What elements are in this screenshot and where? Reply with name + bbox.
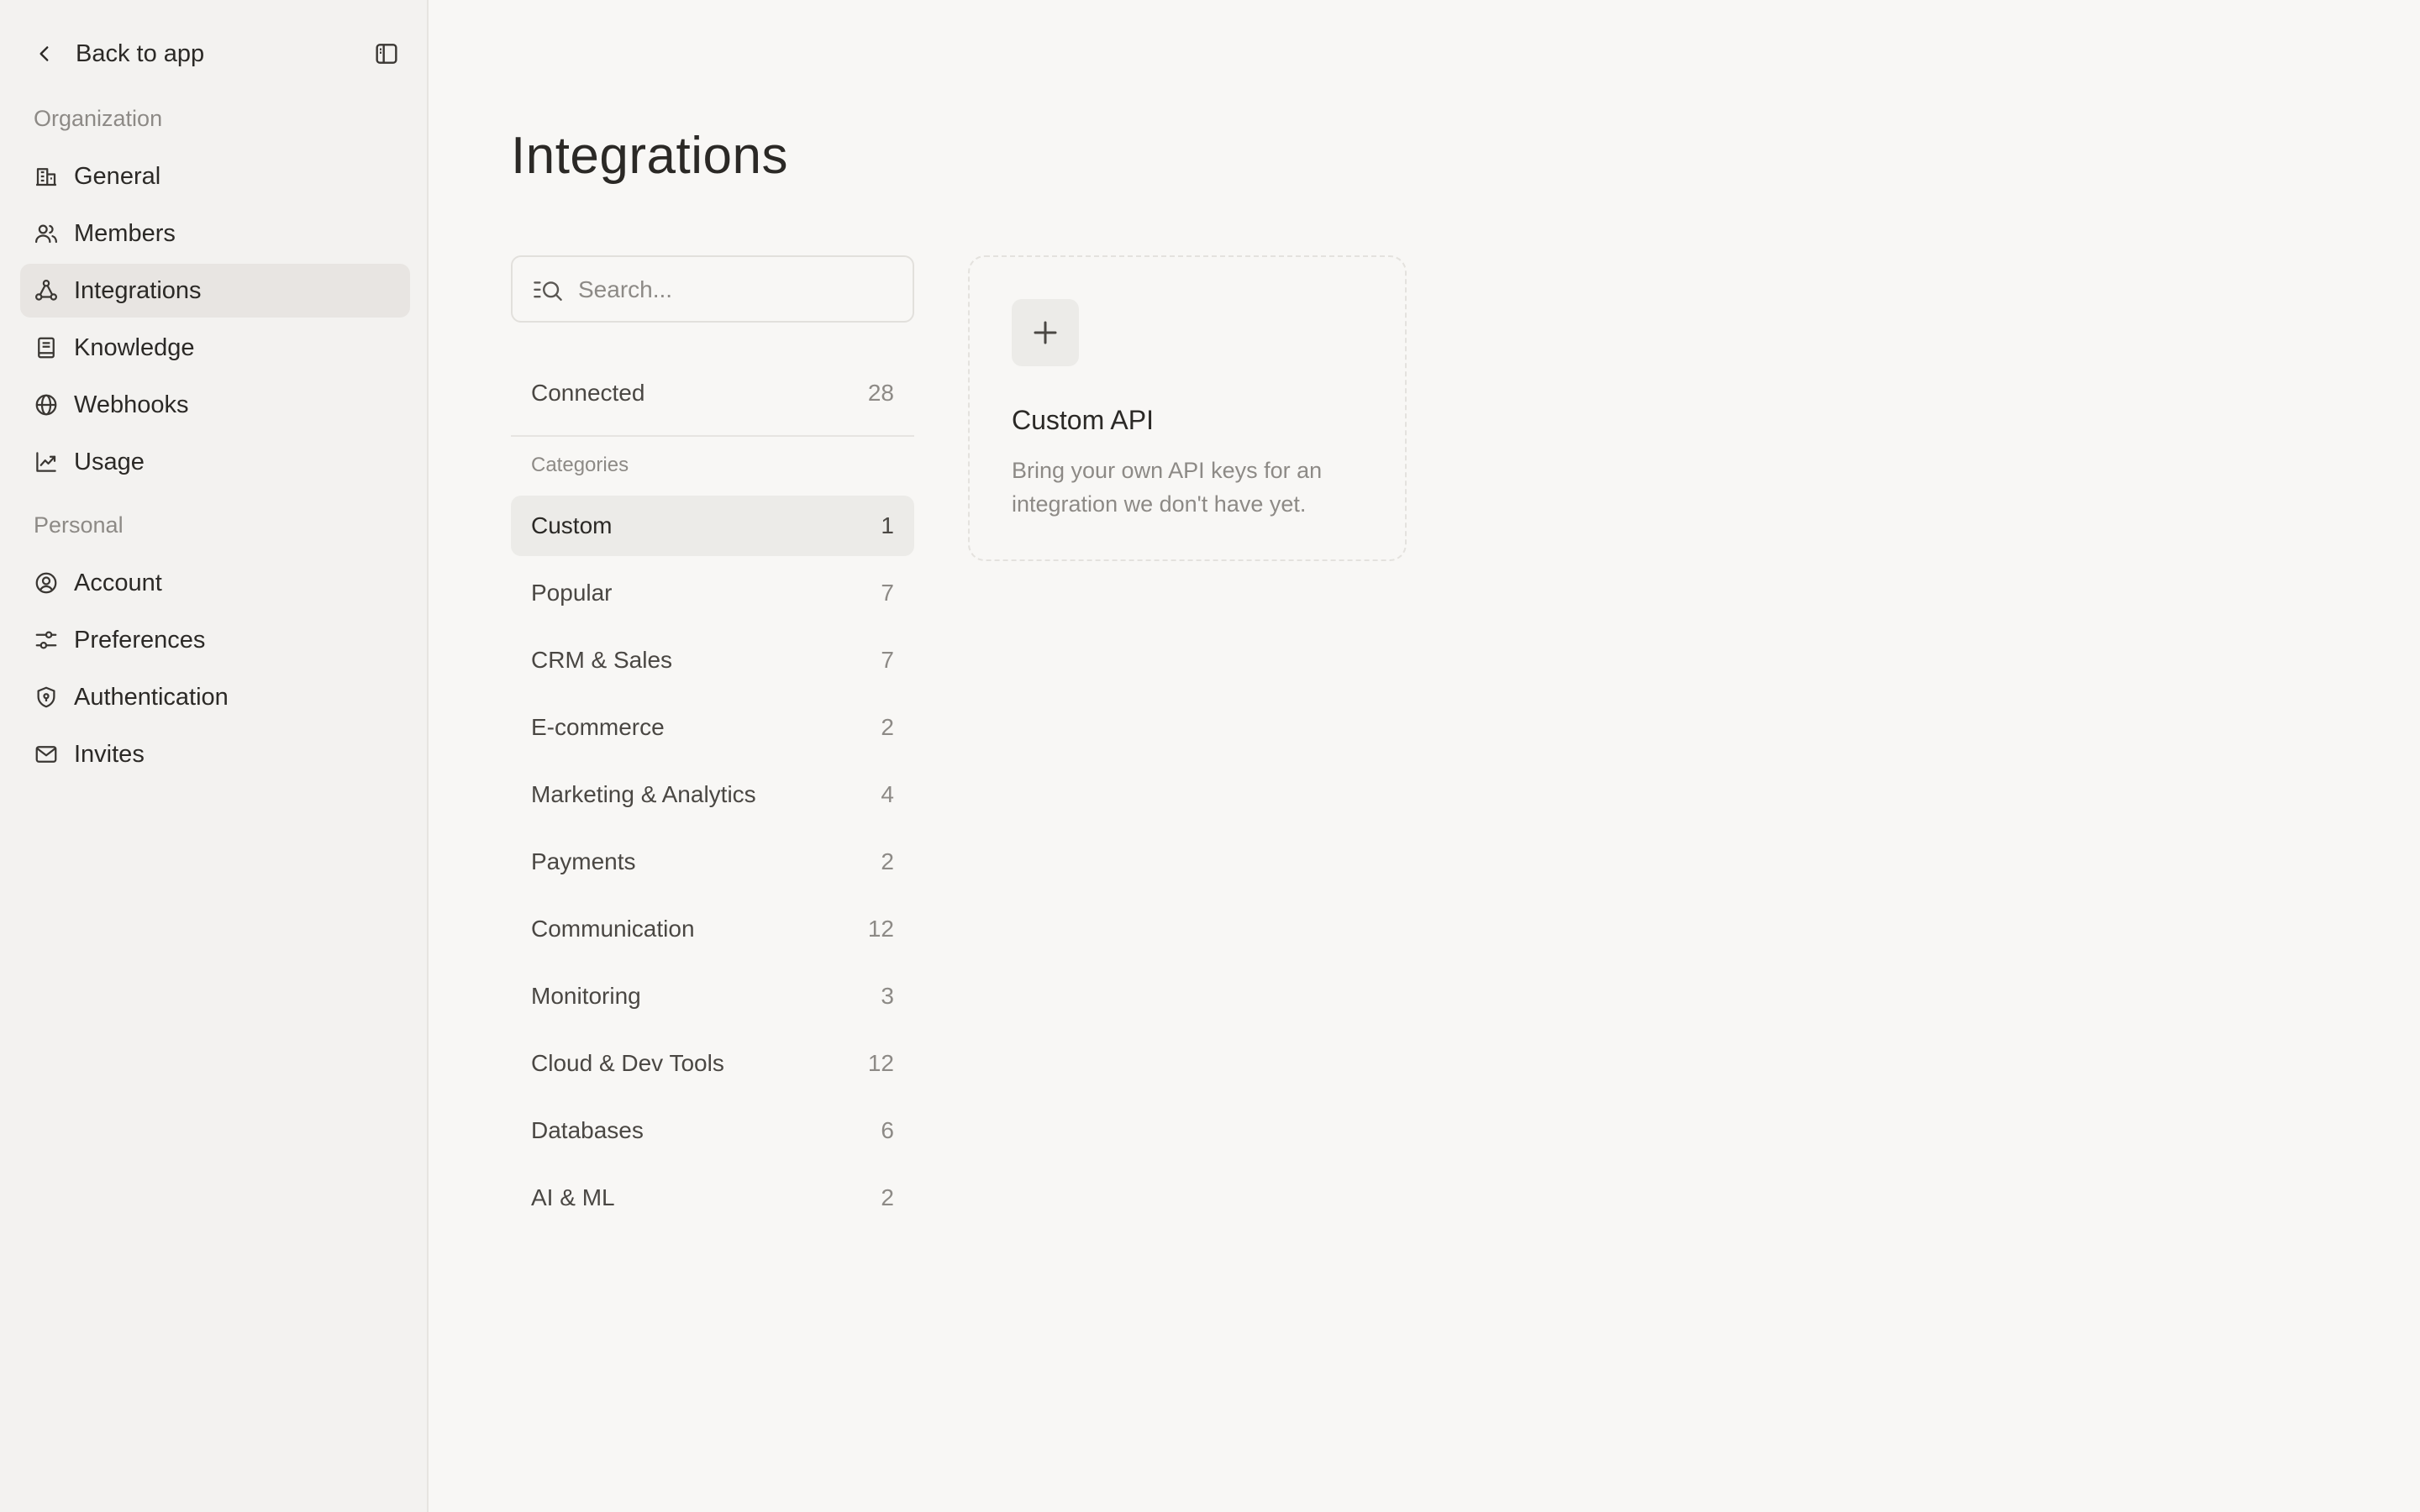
building-icon <box>34 164 59 189</box>
category-popular[interactable]: Popular 7 <box>511 563 914 623</box>
sidebar-item-label: Webhooks <box>74 391 189 418</box>
connected-count: 28 <box>867 380 894 406</box>
category-count: 12 <box>867 1050 894 1076</box>
sidebar-item-label: Integrations <box>74 276 202 304</box>
divider <box>511 435 914 437</box>
category-count: 6 <box>881 1117 894 1143</box>
organization-section-label: Organization <box>34 106 163 131</box>
category-label: Payments <box>531 848 636 874</box>
category-marketing-analytics[interactable]: Marketing & Analytics 4 <box>511 764 914 825</box>
back-to-app-link[interactable]: Back to app <box>34 40 204 68</box>
sidebar-item-general[interactable]: General <box>20 150 410 203</box>
category-label: Custom <box>531 512 613 538</box>
search-list-icon <box>534 281 562 301</box>
category-label: Popular <box>531 580 613 606</box>
category-label: E-commerce <box>531 714 665 740</box>
category-count: 2 <box>881 714 894 740</box>
sliders-icon <box>34 627 59 653</box>
mail-icon <box>34 742 59 767</box>
category-crm-sales[interactable]: CRM & Sales 7 <box>511 630 914 690</box>
category-count: 2 <box>881 848 894 874</box>
sidebar-item-label: Invites <box>74 740 145 768</box>
sidebar-item-label: Authentication <box>74 683 229 711</box>
shield-icon <box>34 685 59 710</box>
plus-icon <box>1034 321 1057 344</box>
sidebar-item-label: Preferences <box>74 626 206 654</box>
category-label: CRM & Sales <box>531 647 673 673</box>
category-count: 7 <box>881 647 894 673</box>
sidebar-item-label: Knowledge <box>74 333 195 361</box>
users-icon <box>34 221 59 246</box>
book-icon <box>34 335 59 360</box>
sidebar-item-label: Account <box>74 569 162 596</box>
category-label: Communication <box>531 916 695 942</box>
category-count: 12 <box>867 916 894 942</box>
back-to-app-label: Back to app <box>76 39 205 67</box>
sidebar: Back to app Organization General Members… <box>0 0 429 1512</box>
user-circle-icon <box>34 570 59 596</box>
category-count: 3 <box>881 983 894 1009</box>
sidebar-item-usage[interactable]: Usage <box>20 435 410 489</box>
categories-heading: Categories <box>531 454 629 476</box>
chart-line-icon <box>34 449 59 475</box>
category-count: 2 <box>881 1184 894 1210</box>
globe-icon <box>34 392 59 417</box>
sidebar-toggle-button[interactable] <box>373 40 400 67</box>
category-label: Marketing & Analytics <box>531 781 756 807</box>
category-label: Databases <box>531 1117 644 1143</box>
sidebar-item-knowledge[interactable]: Knowledge <box>20 321 410 375</box>
chevron-left-icon <box>39 46 49 61</box>
sidebar-item-webhooks[interactable]: Webhooks <box>20 378 410 432</box>
search-input[interactable] <box>578 270 897 309</box>
card-description: Bring your own API keys for an integrati… <box>1012 458 1323 517</box>
add-custom-api-button[interactable] <box>1012 299 1079 366</box>
category-cloud-dev-tools[interactable]: Cloud & Dev Tools 12 <box>511 1033 914 1094</box>
search-box[interactable] <box>511 255 914 323</box>
sidebar-item-label: Members <box>74 219 176 247</box>
sidebar-item-members[interactable]: Members <box>20 207 410 260</box>
category-count: 7 <box>881 580 894 606</box>
integrations-icon <box>34 278 59 303</box>
category-label: Monitoring <box>531 983 641 1009</box>
personal-section-label: Personal <box>34 512 124 538</box>
sidebar-item-integrations[interactable]: Integrations <box>20 264 410 318</box>
custom-api-card[interactable]: Custom API Bring your own API keys for a… <box>968 255 1407 561</box>
sidebar-item-authentication[interactable]: Authentication <box>20 670 410 724</box>
category-label: Cloud & Dev Tools <box>531 1050 724 1076</box>
sidebar-item-account[interactable]: Account <box>20 556 410 610</box>
category-count: 1 <box>881 512 894 538</box>
category-custom[interactable]: Custom 1 <box>511 496 914 556</box>
category-e-commerce[interactable]: E-commerce 2 <box>511 697 914 758</box>
sidebar-item-label: Usage <box>74 448 145 475</box>
category-communication[interactable]: Communication 12 <box>511 899 914 959</box>
sidebar-item-preferences[interactable]: Preferences <box>20 613 410 667</box>
settings-app: Back to app Organization General Members… <box>0 0 2420 1512</box>
connected-label: Connected <box>531 380 645 406</box>
card-title: Custom API <box>1012 405 1154 435</box>
sidebar-header: Back to app <box>34 37 400 71</box>
category-count: 4 <box>881 781 894 807</box>
category-databases[interactable]: Databases 6 <box>511 1100 914 1161</box>
category-ai-ml[interactable]: AI & ML 2 <box>511 1168 914 1228</box>
page-title: Integrations <box>511 127 788 185</box>
connected-filter[interactable]: Connected 28 <box>511 363 914 423</box>
sidebar-panel-icon <box>376 44 397 64</box>
sidebar-item-invites[interactable]: Invites <box>20 727 410 781</box>
category-label: AI & ML <box>531 1184 615 1210</box>
sidebar-item-label: General <box>74 162 161 190</box>
category-payments[interactable]: Payments 2 <box>511 832 914 892</box>
category-monitoring[interactable]: Monitoring 3 <box>511 966 914 1026</box>
